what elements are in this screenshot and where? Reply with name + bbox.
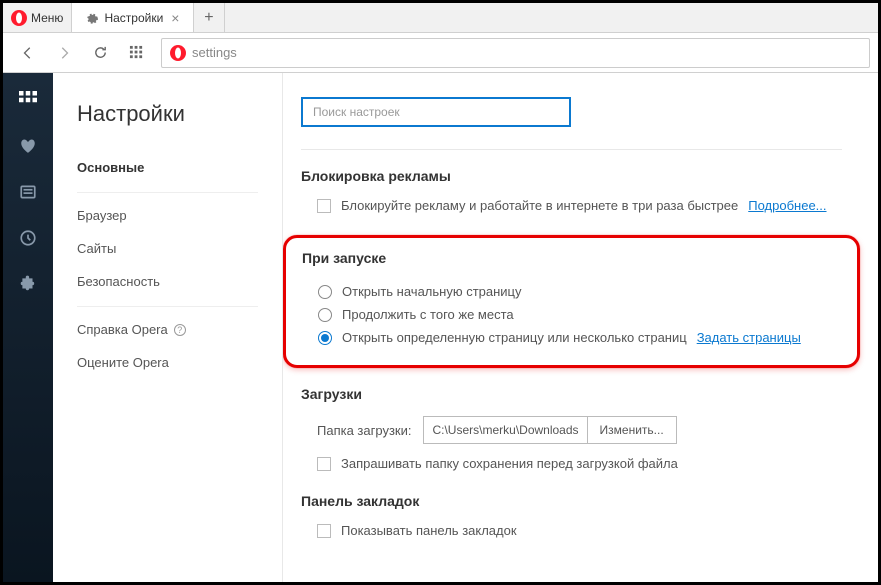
downloads-ask-checkbox[interactable] xyxy=(317,457,331,471)
downloads-ask-label: Запрашивать папку сохранения перед загру… xyxy=(341,456,678,471)
bookmarks-show-label: Показывать панель закладок xyxy=(341,523,517,538)
settings-main: Блокировка рекламы Блокируйте рекламу и … xyxy=(283,73,878,582)
nav-help-label: Справка Opera xyxy=(77,322,168,337)
startup-opt2: Продолжить с того же места xyxy=(342,307,514,322)
bookmarks-show-checkbox[interactable] xyxy=(317,524,331,538)
address-text: settings xyxy=(192,45,237,60)
downloads-folder-label: Папка загрузки: xyxy=(317,423,411,438)
nav-help[interactable]: Справка Opera ? xyxy=(77,313,258,346)
adblock-checkbox[interactable] xyxy=(317,199,331,213)
startup-opt3: Открыть определенную страницу или нескол… xyxy=(342,330,687,345)
startup-set-pages-link[interactable]: Задать страницы xyxy=(697,330,801,345)
divider xyxy=(301,149,842,150)
address-bar[interactable]: settings xyxy=(161,38,870,68)
reload-icon xyxy=(93,45,108,60)
downloads-folder-input[interactable]: C:\Users\merku\Downloads xyxy=(423,416,587,444)
section-startup-highlight: При запуске Открыть начальную страницу П… xyxy=(283,235,860,368)
opera-logo-icon xyxy=(11,10,27,26)
downloads-title: Загрузки xyxy=(301,386,842,402)
nav-basic[interactable]: Основные xyxy=(77,151,258,184)
nav-sites[interactable]: Сайты xyxy=(77,232,258,265)
adblock-label: Блокируйте рекламу и работайте в интерне… xyxy=(341,198,738,213)
titlebar: Меню Настройки × + xyxy=(3,3,878,33)
downloads-change-button[interactable]: Изменить... xyxy=(588,416,677,444)
section-downloads: Загрузки Папка загрузки: C:\Users\merku\… xyxy=(301,386,842,471)
clock-icon xyxy=(19,229,37,247)
nav-browser[interactable]: Браузер xyxy=(77,199,258,232)
forward-button[interactable] xyxy=(47,38,81,68)
sidebar-bookmarks[interactable] xyxy=(13,131,43,161)
heart-icon xyxy=(19,137,37,155)
new-tab-button[interactable]: + xyxy=(194,3,224,32)
speed-dial-icon xyxy=(19,91,37,109)
speed-dial-button[interactable] xyxy=(119,38,153,68)
back-button[interactable] xyxy=(11,38,45,68)
grid-icon xyxy=(129,45,144,60)
tab-title: Настройки xyxy=(104,11,163,25)
nav-separator xyxy=(77,192,258,193)
question-icon: ? xyxy=(174,324,186,336)
close-icon[interactable]: × xyxy=(169,12,181,24)
startup-radio-continue[interactable] xyxy=(318,308,332,322)
tab-settings[interactable]: Настройки × xyxy=(72,3,194,32)
section-bookmarks: Панель закладок Показывать панель заклад… xyxy=(301,493,842,538)
opera-logo-icon xyxy=(170,45,186,61)
sidebar-news[interactable] xyxy=(13,177,43,207)
reload-button[interactable] xyxy=(83,38,117,68)
startup-radio-start-page[interactable] xyxy=(318,285,332,299)
adblock-more-link[interactable]: Подробнее... xyxy=(748,198,826,213)
bookmarks-title: Панель закладок xyxy=(301,493,842,509)
puzzle-icon xyxy=(19,275,37,293)
nav-rate[interactable]: Оцените Opera xyxy=(77,346,258,379)
page-title: Настройки xyxy=(77,101,258,127)
startup-radio-specific[interactable] xyxy=(318,331,332,345)
content: Настройки Основные Браузер Сайты Безопас… xyxy=(3,73,878,582)
sidebar-extensions[interactable] xyxy=(13,269,43,299)
startup-opt1: Открыть начальную страницу xyxy=(342,284,522,299)
sidebar xyxy=(3,73,53,582)
chevron-right-icon xyxy=(57,46,71,60)
adblock-title: Блокировка рекламы xyxy=(301,168,842,184)
search-input[interactable] xyxy=(301,97,571,127)
section-adblock: Блокировка рекламы Блокируйте рекламу и … xyxy=(301,168,842,213)
menu-label: Меню xyxy=(31,11,63,25)
sidebar-speed-dial[interactable] xyxy=(13,85,43,115)
nav-separator xyxy=(77,306,258,307)
news-icon xyxy=(19,183,37,201)
gear-icon xyxy=(84,11,98,25)
startup-title: При запуске xyxy=(302,250,841,266)
nav-security[interactable]: Безопасность xyxy=(77,265,258,298)
chevron-left-icon xyxy=(21,46,35,60)
toolbar: settings xyxy=(3,33,878,73)
settings-nav: Настройки Основные Браузер Сайты Безопас… xyxy=(53,73,283,582)
sidebar-history[interactable] xyxy=(13,223,43,253)
menu-button[interactable]: Меню xyxy=(3,3,72,32)
